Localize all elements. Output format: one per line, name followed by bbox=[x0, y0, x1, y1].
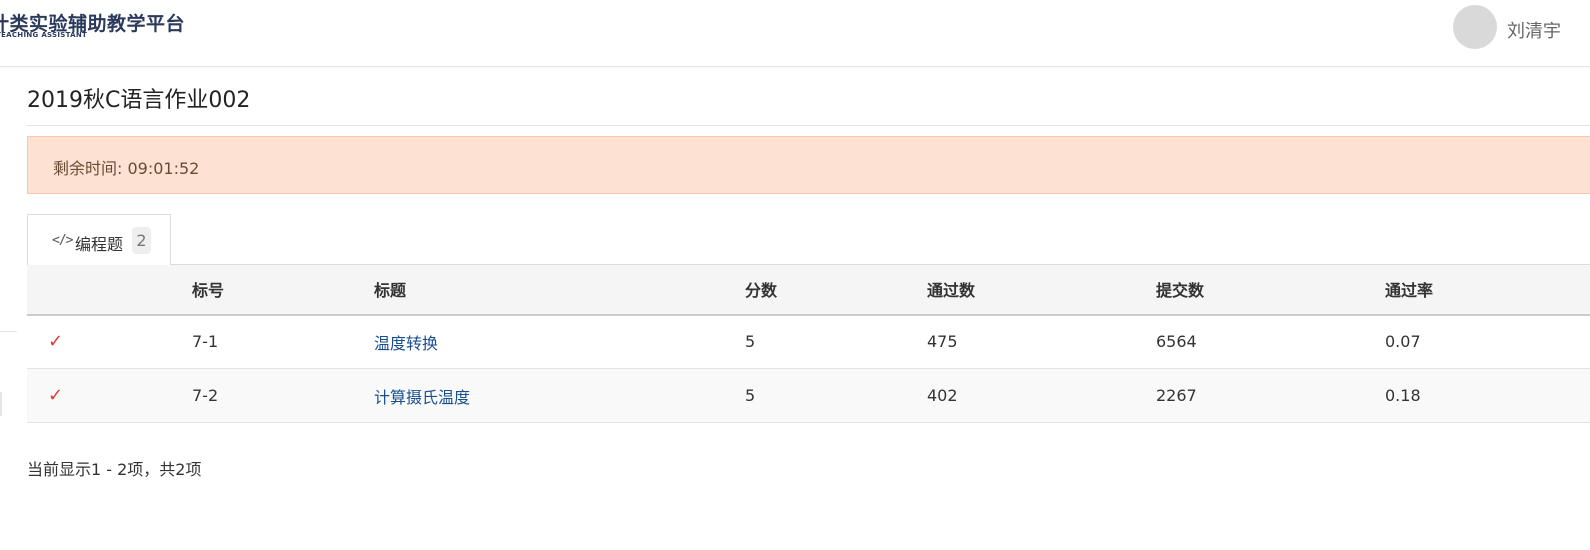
column-header-score: 分数 bbox=[745, 264, 927, 316]
table-row: ✓ 7-1 温度转换 5 475 6564 0.07 bbox=[27, 314, 1590, 369]
tab-count-badge: 2 bbox=[132, 227, 151, 254]
sidebar-edge-handle bbox=[0, 392, 2, 416]
pagination-summary: 当前显示1 - 2项，共2项 bbox=[27, 460, 202, 479]
tab-label: 编程题 bbox=[75, 235, 124, 254]
column-header-title: 标题 bbox=[374, 264, 745, 316]
submitted-count: 2267 bbox=[1156, 386, 1197, 405]
time-remaining-text: 剩余时间: 09:01:52 bbox=[53, 159, 200, 178]
check-icon: ✓ bbox=[48, 385, 64, 406]
passed-count: 475 bbox=[927, 332, 958, 352]
problem-score: 5 bbox=[745, 386, 756, 405]
problem-score: 5 bbox=[745, 332, 756, 352]
status-cell: ✓ bbox=[27, 315, 192, 369]
logo-subtitle: TEACHING ASSISTANT bbox=[0, 31, 88, 39]
problem-title-link[interactable]: 温度转换 bbox=[374, 334, 438, 353]
sidebar-edge-divider bbox=[0, 331, 17, 332]
title-divider bbox=[27, 125, 1590, 126]
user-avatar[interactable] bbox=[1453, 5, 1497, 49]
code-icon: </> bbox=[52, 233, 74, 248]
status-cell: ✓ bbox=[27, 369, 192, 423]
column-header-submitted: 提交数 bbox=[1156, 264, 1385, 316]
problem-number: 7-1 bbox=[192, 332, 219, 352]
problems-table: 标号 标题 分数 通过数 提交数 通过率 ✓ 7-1 温度转换 5 475 65… bbox=[27, 264, 1590, 423]
submitted-count: 6564 bbox=[1156, 332, 1197, 352]
username-link[interactable]: 刘清宇 bbox=[1507, 17, 1561, 43]
pass-rate: 0.07 bbox=[1385, 332, 1421, 352]
problem-title-link[interactable]: 计算摄氏温度 bbox=[374, 388, 470, 407]
pass-rate: 0.18 bbox=[1385, 386, 1421, 405]
problem-title-cell: 温度转换 bbox=[374, 315, 745, 369]
passed-count: 402 bbox=[927, 386, 958, 405]
page-title: 2019秋C语言作业002 bbox=[27, 88, 251, 113]
column-header-passed: 通过数 bbox=[927, 264, 1156, 316]
column-header-number: 标号 bbox=[192, 264, 374, 316]
column-header-status bbox=[27, 264, 192, 316]
top-navbar: 计类实验辅助教学平台 TEACHING ASSISTANT 刘清宇 bbox=[0, 0, 1590, 67]
time-remaining-alert: 剩余时间: 09:01:52 bbox=[27, 136, 1590, 194]
table-row: ✓ 7-2 计算摄氏温度 5 402 2267 0.18 bbox=[27, 368, 1590, 423]
table-header-row: 标号 标题 分数 通过数 提交数 通过率 bbox=[27, 264, 1590, 316]
tab-programming[interactable]: </> 编程题 2 bbox=[27, 214, 171, 265]
check-icon: ✓ bbox=[48, 331, 64, 353]
column-header-pass-rate: 通过率 bbox=[1385, 264, 1590, 316]
problem-number: 7-2 bbox=[192, 386, 219, 405]
problem-title-cell: 计算摄氏温度 bbox=[374, 369, 745, 423]
